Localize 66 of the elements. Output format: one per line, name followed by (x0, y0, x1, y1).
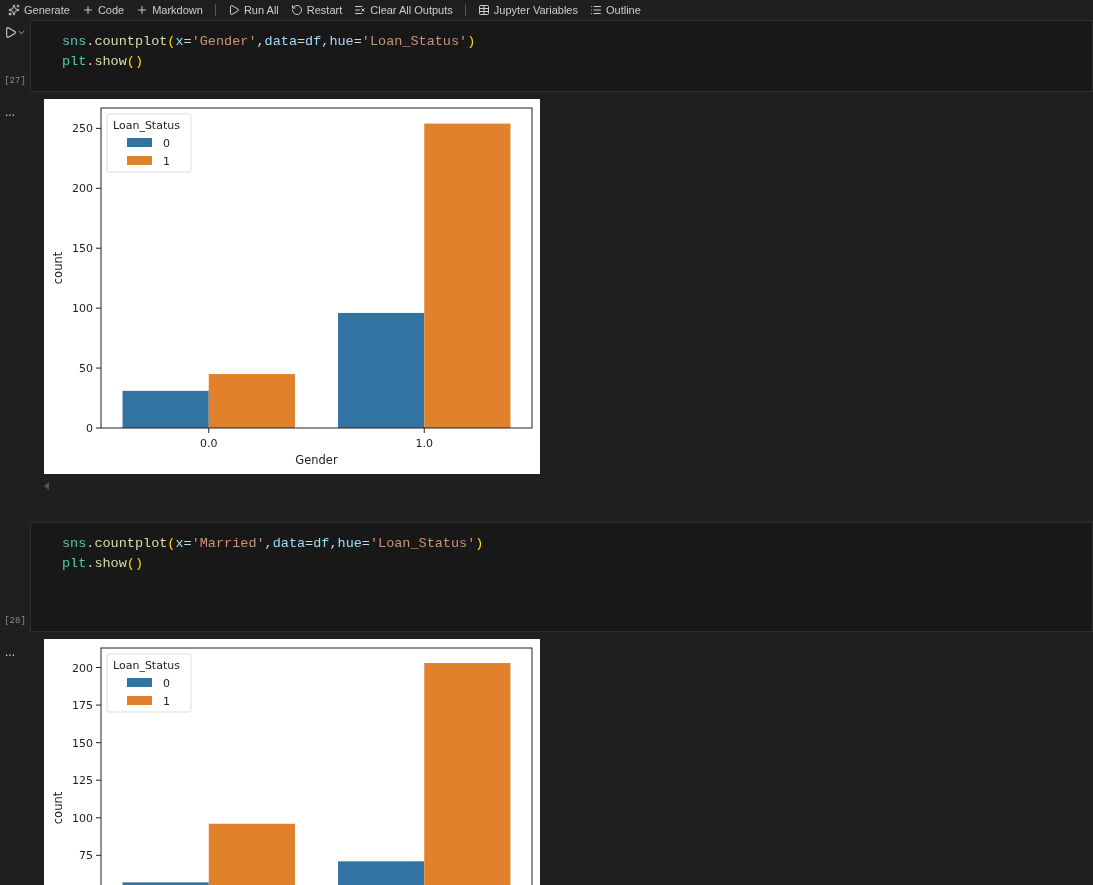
code-line: sns.countplot(x='Gender',data=df,hue='Loan_Status') (62, 33, 476, 51)
y-tick-label: 150 (72, 736, 93, 750)
code-line: sns.countplot(x='Married',data=df,hue='Loan_Status') (62, 535, 484, 553)
toolbar-button[interactable]: Run All (227, 1, 279, 19)
play-icon (4, 26, 17, 39)
y-tick-label: 125 (72, 774, 93, 788)
y-tick-label: 100 (72, 302, 93, 316)
tick-mark (95, 854, 102, 856)
tick-mark (95, 704, 102, 706)
y-tick-label: 200 (72, 661, 93, 675)
tick-mark (208, 427, 210, 434)
table-icon (477, 4, 490, 16)
tick-mark (95, 247, 102, 249)
legend-label: 0 (163, 677, 170, 690)
y-tick-label: 50 (79, 362, 93, 376)
x-tick-label: 1.0 (415, 437, 433, 450)
run-cell-button[interactable] (4, 26, 26, 39)
y-tick-label: 75 (79, 849, 93, 863)
legend-title: Loan_Status (113, 659, 180, 672)
restart-icon (290, 4, 303, 16)
output-menu[interactable]: ... (5, 645, 15, 659)
toolbar-button[interactable]: Clear All Outputs (354, 1, 453, 19)
execution-count: [27] (4, 74, 26, 88)
y-tick-label: 150 (72, 242, 93, 256)
code-cell[interactable]: sns.countplot(x='Gender',data=df,hue='Loan_Status') plt.show() (30, 20, 1093, 92)
tick-mark (95, 817, 102, 819)
sparkle-icon (8, 4, 20, 16)
tick-mark (423, 427, 425, 434)
plus-icon (81, 4, 94, 16)
x-axis-label: Gender (295, 453, 338, 467)
y-tick-label: 0 (86, 422, 93, 435)
toolbar-button[interactable]: Generate (8, 1, 70, 19)
legend-title: Loan_Status (113, 119, 180, 132)
tick-mark (95, 127, 102, 129)
y-tick-label: 200 (72, 182, 93, 196)
toolbar-button[interactable]: Jupyter Variables (477, 1, 578, 19)
tick-mark (95, 367, 102, 369)
tick-mark (95, 667, 102, 669)
legend-label: 1 (163, 695, 170, 708)
toolbar-button[interactable]: Markdown (136, 1, 203, 19)
chevron-icon (17, 28, 26, 37)
x-tick-label: 0.0 (200, 437, 218, 450)
legend-label: 0 (163, 137, 170, 150)
y-axis-label: count (51, 791, 65, 825)
output-menu[interactable]: ... (5, 105, 15, 119)
tick-mark (95, 307, 102, 309)
legend-label: 1 (163, 155, 170, 168)
toolbar-button[interactable]: Outline (589, 1, 641, 19)
code-line: plt.show() (62, 555, 144, 573)
clear-list-icon (354, 4, 367, 16)
tick-mark (95, 779, 102, 781)
list-icon (589, 4, 602, 16)
execution-count: [28] (4, 614, 26, 628)
y-axis-label: count (51, 251, 65, 285)
code-cell[interactable]: sns.countplot(x='Married',data=df,hue='Loan_Status') plt.show() (30, 522, 1093, 632)
y-tick-label: 175 (72, 699, 93, 713)
y-tick-label: 100 (72, 811, 93, 825)
toolbar-button[interactable]: Code (81, 1, 125, 19)
tick-mark (95, 742, 102, 744)
y-tick-label: 250 (72, 122, 93, 136)
tick-mark (95, 187, 102, 189)
toolbar-button[interactable]: Restart (290, 1, 343, 19)
code-line: plt.show() (62, 53, 144, 71)
plus-icon (136, 4, 149, 16)
play-icon (227, 4, 240, 16)
tick-mark (95, 427, 102, 429)
